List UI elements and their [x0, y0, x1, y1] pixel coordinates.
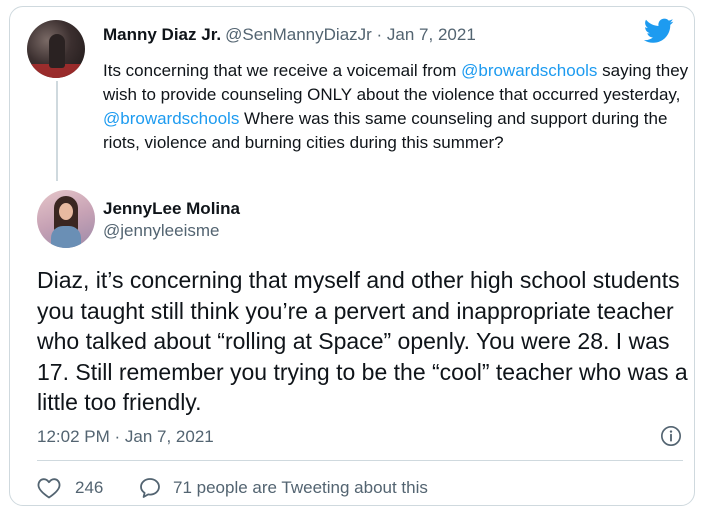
heart-icon[interactable] [37, 477, 61, 499]
parent-tweet-text: Its concerning that we receive a voicema… [103, 59, 689, 155]
avatar-body-shape [51, 226, 81, 248]
reply-tweet-text: Diaz, it’s concerning that myself and ot… [37, 267, 688, 415]
actions-divider [37, 460, 683, 461]
thread-connector-line [56, 81, 58, 181]
parent-author-avatar[interactable] [27, 20, 85, 78]
mention-link[interactable]: @browardschools [103, 109, 239, 128]
avatar-figure-shape [49, 34, 65, 68]
reply-author-name[interactable]: JennyLee Molina [103, 198, 240, 220]
twitter-bird-icon[interactable] [644, 18, 674, 44]
parent-author-name[interactable]: Manny Diaz Jr. [103, 25, 221, 44]
comment-bubble-icon[interactable] [138, 476, 162, 500]
avatar-face-shape [59, 203, 73, 220]
like-count[interactable]: 246 [75, 477, 103, 499]
parent-text-part: Its concerning that we receive a voicema… [103, 61, 462, 80]
tweet-timestamp[interactable]: 12:02 PM · Jan 7, 2021 [37, 426, 214, 448]
conversation-link[interactable]: 71 people are Tweeting about this [173, 477, 428, 499]
parent-author-meta: @SenMannyDiazJr · Jan 7, 2021 [225, 25, 476, 44]
parent-tweet-header: Manny Diaz Jr. @SenMannyDiazJr · Jan 7, 2… [103, 24, 476, 46]
info-icon[interactable] [660, 425, 682, 447]
tweet-card: Manny Diaz Jr. @SenMannyDiazJr · Jan 7, 2… [9, 6, 695, 506]
reply-author-handle[interactable]: @jennyleeisme [103, 220, 219, 242]
mention-link[interactable]: @browardschools [461, 61, 597, 80]
reply-author-avatar[interactable] [37, 190, 95, 248]
